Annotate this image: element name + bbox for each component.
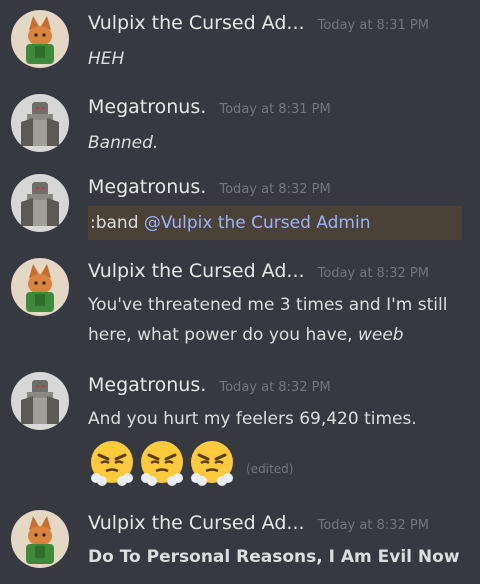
edited-label: (edited) (246, 462, 294, 476)
message-header: Megatronus. Today at 8:32 PM (88, 176, 331, 198)
avatar[interactable] (11, 510, 69, 568)
user-mention[interactable]: @Vulpix the Cursed Admin (144, 213, 371, 233)
message-line: You've threatened me 3 times and I'm sti… (88, 295, 448, 315)
triumph-face-icon[interactable] (188, 438, 236, 486)
timestamp: Today at 8:31 PM (219, 102, 331, 117)
vulpix-avatar-image (11, 258, 69, 316)
vulpix-avatar-image (11, 510, 69, 568)
triumph-face-icon[interactable] (138, 438, 186, 486)
avatar[interactable] (11, 94, 69, 152)
emoji-row: (edited) (88, 438, 417, 486)
timestamp: Today at 8:32 PM (317, 266, 429, 281)
avatar[interactable] (11, 258, 69, 316)
avatar[interactable] (11, 372, 69, 430)
timestamp: Today at 8:31 PM (317, 18, 429, 33)
message-header: Vulpix the Cursed Ad... Today at 8:32 PM (88, 512, 429, 534)
triumph-face-icon[interactable] (88, 438, 136, 486)
message-header: Megatronus. Today at 8:31 PM (88, 96, 331, 118)
author-name[interactable]: Megatronus. (88, 176, 206, 198)
message-line: And you hurt my feelers 69,420 times. (88, 409, 417, 429)
message-prefix: :band (90, 213, 144, 233)
message-header: Vulpix the Cursed Ad... Today at 8:31 PM (88, 12, 429, 34)
timestamp: Today at 8:32 PM (219, 380, 331, 395)
message-italic-text: weeb (357, 325, 404, 345)
timestamp: Today at 8:32 PM (219, 182, 331, 197)
avatar[interactable] (11, 10, 69, 68)
megatron-avatar-image (11, 372, 69, 430)
mention-highlight: :band @Vulpix the Cursed Admin (88, 206, 462, 240)
message-line: here, what power do you have, weeb (88, 320, 447, 350)
message-header: Megatronus. Today at 8:32 PM (88, 374, 331, 396)
message-line-text: here, what power do you have, (88, 325, 358, 345)
message-text: Do To Personal Reasons, I Am Evil Now (88, 547, 460, 567)
author-name[interactable]: Megatronus. (88, 374, 206, 396)
message-text: You've threatened me 3 times and I'm sti… (88, 290, 447, 350)
author-name[interactable]: Vulpix the Cursed Ad... (88, 12, 305, 34)
author-name[interactable]: Vulpix the Cursed Ad... (88, 512, 305, 534)
message-header: Vulpix the Cursed Ad... Today at 8:32 PM (88, 260, 429, 282)
timestamp: Today at 8:32 PM (317, 518, 429, 533)
megatron-avatar-image (11, 94, 69, 152)
author-name[interactable]: Vulpix the Cursed Ad... (88, 260, 305, 282)
megatron-avatar-image (11, 174, 69, 232)
author-name[interactable]: Megatronus. (88, 96, 206, 118)
chat-message-list: Vulpix the Cursed Ad... Today at 8:31 PM… (0, 0, 480, 584)
message-text: Banned. (88, 133, 159, 153)
avatar[interactable] (11, 174, 69, 232)
vulpix-avatar-image (11, 10, 69, 68)
message-text: And you hurt my feelers 69,420 times. (e… (88, 404, 417, 486)
message-text: :band @Vulpix the Cursed Admin (88, 206, 462, 240)
message-text: HEH (88, 49, 125, 69)
